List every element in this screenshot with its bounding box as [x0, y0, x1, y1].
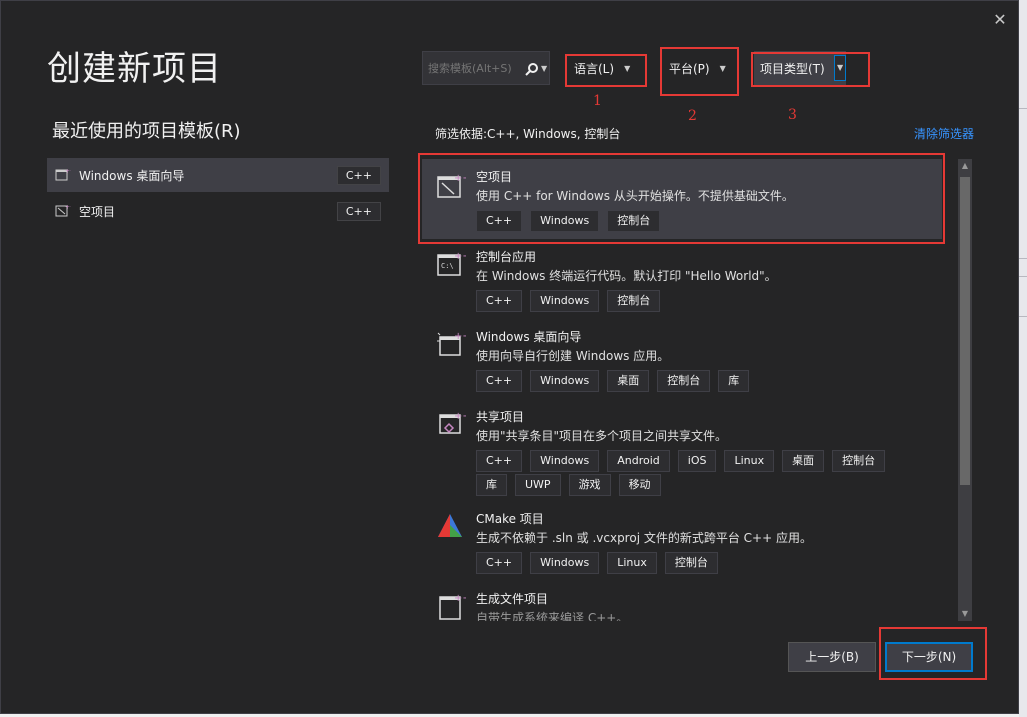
project-item-desktop-wizard[interactable]: ++ Windows 桌面向导 使用向导自行创建 Windows 应用。 C++… [422, 319, 942, 399]
project-name: Windows 桌面向导 [476, 330, 582, 344]
tag: 库 [718, 370, 750, 392]
shared-project-icon: ++ [436, 409, 471, 439]
project-name: 共享项目 [476, 410, 525, 424]
create-project-dialog: ✕ 创建新项目 最近使用的项目模板(R) ++ Windows 桌面向导 C++… [0, 0, 1019, 714]
tag: Windows [530, 450, 600, 472]
project-name: 空项目 [476, 170, 513, 184]
tag: 移动 [618, 474, 661, 496]
back-button[interactable]: 上一步(B) [788, 642, 876, 672]
project-name: 生成文件项目 [476, 592, 549, 606]
project-description: 使用向导自行创建 Windows 应用。 [476, 349, 670, 363]
svg-text:++: ++ [454, 593, 466, 604]
tag: Linux [724, 450, 775, 472]
chevron-down-icon[interactable]: ▼ [541, 64, 547, 73]
svg-text:++: ++ [454, 331, 466, 342]
tag: Windows [530, 370, 600, 392]
tag: Windows [530, 290, 600, 312]
annotation-label-1: 1 [593, 93, 602, 109]
language-badge: C++ [336, 166, 381, 185]
annotation-box-3 [751, 52, 870, 87]
clear-filters-link[interactable]: 清除筛选器 [914, 125, 974, 142]
scroll-up-icon[interactable]: ▲ [958, 159, 972, 173]
project-item-console-app[interactable]: C:\++ 控制台应用 在 Windows 终端运行代码。默认打印 "Hello… [422, 239, 942, 319]
tag: C++ [476, 450, 523, 472]
recent-item-label: 空项目 [79, 204, 116, 219]
svg-text:++: ++ [454, 411, 466, 422]
tag: C++ [476, 290, 523, 312]
project-description: 使用 C++ for Windows 从头开始操作。不提供基础文件。 [476, 189, 794, 203]
close-icon[interactable]: ✕ [989, 9, 1011, 31]
recent-item-windows-desktop-wizard[interactable]: ++ Windows 桌面向导 C++ [47, 158, 389, 192]
annotation-box-2 [660, 47, 739, 96]
tag: 库 [476, 474, 507, 496]
tag: Android [607, 450, 670, 472]
search-icon[interactable] [525, 61, 539, 76]
tag: C++ [476, 210, 523, 232]
cmake-icon [436, 511, 466, 541]
svg-text:C:\: C:\ [441, 262, 454, 270]
project-name: 控制台应用 [476, 250, 537, 264]
recent-item-label: Windows 桌面向导 [79, 168, 185, 183]
tag: iOS [677, 450, 717, 472]
annotation-label-2: 2 [688, 108, 697, 124]
tag: 控制台 [664, 552, 718, 574]
empty-project-icon: ++ [436, 171, 471, 201]
project-item-makefile[interactable]: ++ 生成文件项目 自带生成系统来编译 C++。 [422, 581, 942, 621]
desktop-wizard-icon: ++ [55, 167, 75, 183]
console-app-icon: C:\++ [436, 249, 471, 279]
svg-text:++: ++ [454, 251, 466, 262]
svg-text:++: ++ [65, 168, 71, 175]
recent-item-empty-project[interactable]: ++ 空项目 C++ [47, 194, 389, 228]
language-badge: C++ [336, 202, 381, 221]
project-item-shared[interactable]: ++ 共享项目 使用"共享条目"项目在多个项目之间共享文件。 C++ Windo… [422, 399, 942, 501]
scrollbar-thumb[interactable] [960, 177, 970, 485]
tag: 桌面 [782, 450, 825, 472]
tag: Linux [607, 552, 657, 574]
tag: 控制台 [832, 450, 886, 472]
empty-project-icon: ++ [55, 203, 75, 219]
next-button[interactable]: 下一步(N) [885, 642, 973, 672]
project-description: 在 Windows 终端运行代码。默认打印 "Hello World"。 [476, 269, 777, 283]
project-name: CMake 项目 [476, 512, 544, 526]
scroll-down-icon[interactable]: ▼ [958, 607, 972, 621]
makefile-project-icon: ++ [436, 591, 471, 621]
tag: 控制台 [607, 210, 661, 232]
project-description: 自带生成系统来编译 C++。 [476, 611, 629, 621]
svg-text:++: ++ [65, 204, 71, 211]
template-list-scrollbar[interactable]: ▲ ▼ [958, 159, 972, 621]
tag: Windows [530, 552, 600, 574]
search-input[interactable] [423, 60, 522, 76]
project-description: 使用"共享条目"项目在多个项目之间共享文件。 [476, 429, 728, 443]
page-title: 创建新项目 [47, 49, 222, 89]
project-description: 生成不依赖于 .sln 或 .vcxproj 文件的新式跨平台 C++ 应用。 [476, 531, 812, 545]
background-window-edge [1019, 0, 1027, 717]
svg-text:++: ++ [454, 173, 466, 184]
tag: Windows [530, 210, 600, 232]
project-template-list: ++ 空项目 使用 C++ for Windows 从头开始操作。不提供基础文件… [422, 159, 942, 621]
annotation-label-3: 3 [788, 107, 797, 123]
tag: 桌面 [607, 370, 650, 392]
template-search[interactable]: ▼ [422, 51, 550, 85]
desktop-wizard-icon: ++ [436, 329, 471, 359]
tag: C++ [476, 370, 523, 392]
annotation-box-1 [565, 54, 647, 87]
tag: 游戏 [568, 474, 611, 496]
tag: C++ [476, 552, 523, 574]
tag: 控制台 [607, 290, 661, 312]
tag: UWP [515, 474, 561, 496]
recent-templates-heading: 最近使用的项目模板(R) [52, 121, 241, 142]
filter-summary: 筛选依据:C++, Windows, 控制台 [435, 127, 621, 141]
project-item-cmake[interactable]: CMake 项目 生成不依赖于 .sln 或 .vcxproj 文件的新式跨平台… [422, 501, 942, 581]
project-item-empty[interactable]: ++ 空项目 使用 C++ for Windows 从头开始操作。不提供基础文件… [422, 159, 942, 239]
tag: 控制台 [657, 370, 711, 392]
